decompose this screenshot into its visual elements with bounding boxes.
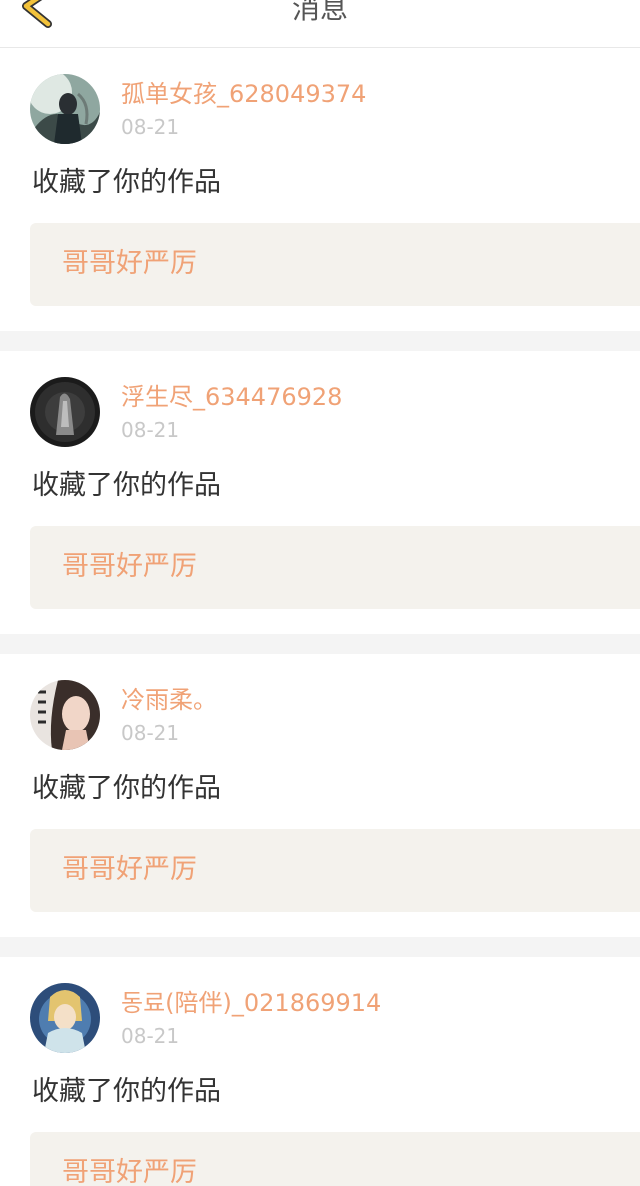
avatar[interactable]: [30, 377, 100, 447]
divider: [0, 331, 640, 351]
divider: [0, 634, 640, 654]
work-title: 哥哥好严厉: [62, 854, 197, 885]
work-title: 哥哥好严厉: [62, 1157, 197, 1186]
message-item[interactable]: 孤单女孩_628049374 08-21 收藏了你的作品 哥哥好严厉: [0, 48, 640, 331]
action-text: 收藏了你的作品: [32, 167, 221, 198]
top-bar: 消息: [0, 0, 640, 49]
message-item[interactable]: 동료(陪伴)_021869914 08-21 收藏了你的作品 哥哥好严厉: [0, 957, 640, 1186]
avatar[interactable]: [30, 74, 100, 144]
action-text: 收藏了你的作品: [32, 470, 221, 501]
timestamp: 08-21: [121, 115, 180, 139]
work-title: 哥哥好严厉: [62, 248, 197, 279]
message-page: 消息 孤单女孩_628049374 08-21 收藏了你的作品 哥哥好严厉 浮生…: [0, 0, 640, 1186]
page-title: 消息: [291, 0, 348, 25]
username[interactable]: 孤单女孩_628049374: [121, 78, 366, 110]
username[interactable]: 浮生尽_634476928: [121, 381, 342, 413]
work-card[interactable]: 哥哥好严厉: [30, 1132, 640, 1186]
username[interactable]: 동료(陪伴)_021869914: [121, 987, 381, 1019]
work-title: 哥哥好严厉: [62, 551, 197, 582]
avatar[interactable]: [30, 983, 100, 1053]
timestamp: 08-21: [121, 1024, 180, 1048]
work-card[interactable]: 哥哥好严厉: [30, 526, 640, 609]
work-card[interactable]: 哥哥好严厉: [30, 223, 640, 306]
action-text: 收藏了你的作品: [32, 1076, 221, 1107]
action-text: 收藏了你的作品: [32, 773, 221, 804]
timestamp: 08-21: [121, 418, 180, 442]
username[interactable]: 冷雨柔。: [121, 684, 217, 716]
divider: [0, 937, 640, 957]
work-card[interactable]: 哥哥好严厉: [30, 829, 640, 912]
message-item[interactable]: 冷雨柔。 08-21 收藏了你的作品 哥哥好严厉: [0, 654, 640, 937]
timestamp: 08-21: [121, 721, 180, 745]
message-list: 孤单女孩_628049374 08-21 收藏了你的作品 哥哥好严厉 浮生尽_6…: [0, 48, 640, 1186]
avatar[interactable]: [30, 680, 100, 750]
message-item[interactable]: 浮生尽_634476928 08-21 收藏了你的作品 哥哥好严厉: [0, 351, 640, 634]
